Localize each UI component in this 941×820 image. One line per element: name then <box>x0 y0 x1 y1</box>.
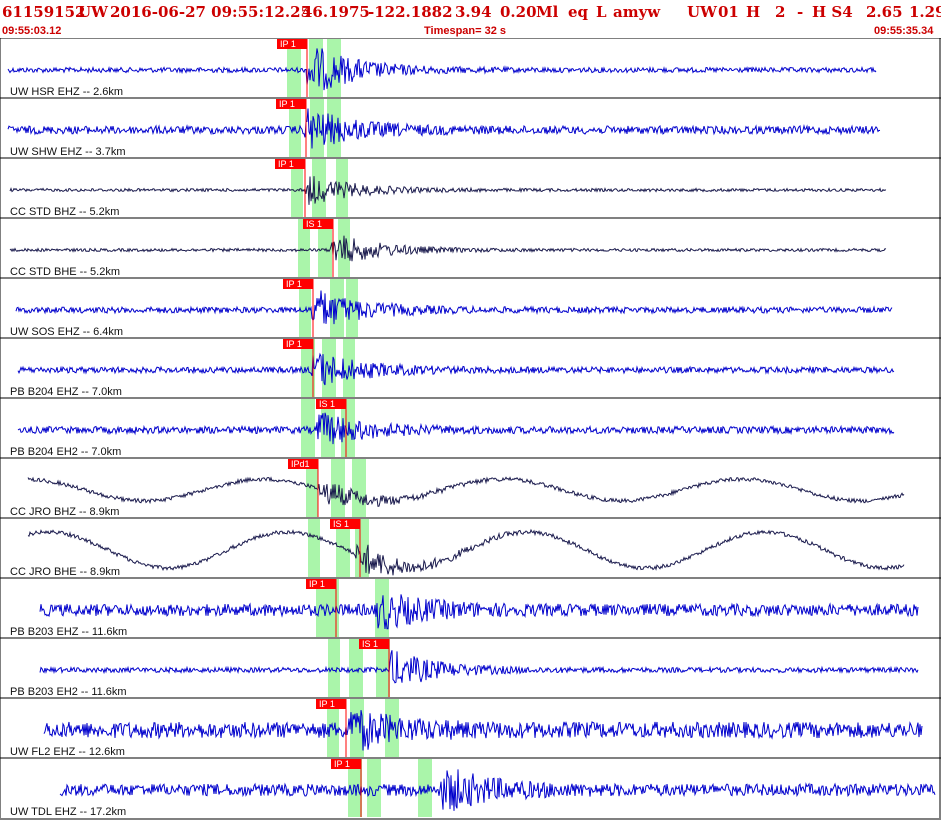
pick-label: IP 1 <box>309 579 325 589</box>
pick-label: IP 1 <box>278 159 294 169</box>
arrival-window <box>385 699 399 757</box>
trace-panel: IPd1 CC JRO BHZ -- 8.9km <box>0 457 941 518</box>
pick-label: IP 1 <box>319 699 335 709</box>
waveform-trace <box>15 290 893 325</box>
pick-label: IP 1 <box>286 339 302 349</box>
station-label: PB B204 EHZ -- 7.0km <box>10 386 122 398</box>
waveform-trace <box>59 769 936 811</box>
trace-panel: IP 1 UW HSR EHZ -- 2.6km <box>0 38 941 98</box>
version: 01 <box>718 3 739 21</box>
analyst: amyw <box>613 3 661 21</box>
station-label: CC JRO BHZ -- 8.9km <box>10 506 119 518</box>
arrival-window <box>308 519 320 577</box>
station-label: PB B203 EH2 -- 11.6km <box>10 686 127 698</box>
timespan-label: Timespan= 32 s <box>424 25 507 37</box>
origin-time: 2016-06-27 09:55:12.25 <box>110 3 311 21</box>
waveform-viewer: 61159152 UW 2016-06-27 09:55:12.25 46.19… <box>0 0 941 820</box>
trace-panel: IP 1 UW FL2 EHZ -- 12.6km <box>0 697 941 758</box>
waveform-trace <box>39 650 919 684</box>
subsource: H S4 <box>812 3 853 21</box>
station-label: UW SOS EHZ -- 6.4km <box>10 326 123 338</box>
trace-panel: IS 1 CC JRO BHE -- 8.9km <box>0 517 941 578</box>
waveform-trace <box>39 594 919 630</box>
station-label: PB B203 EHZ -- 11.6km <box>10 626 127 638</box>
auth: UW <box>687 3 717 21</box>
trace-panel: IS 1 CC STD BHE -- 5.2km <box>0 217 941 278</box>
trace-panel: IS 1 PB B204 EH2 -- 7.0km <box>0 397 941 458</box>
event-depth: 3.94 <box>455 3 492 21</box>
station-label: CC JRO BHE -- 8.9km <box>10 566 120 578</box>
trace-panel: IP 1 UW SOS EHZ -- 6.4km <box>0 277 941 338</box>
station-label: CC STD BHZ -- 5.2km <box>10 206 119 218</box>
event-network: UW <box>78 3 108 21</box>
arrival-window <box>322 339 336 397</box>
event-type: eq <box>568 3 589 21</box>
trace-panel: IP 1 UW SHW EHZ -- 3.7km <box>0 97 941 158</box>
waveform-trace <box>17 412 895 445</box>
rms: 2.65 <box>866 3 903 21</box>
event-lon: -122.1882 <box>368 3 453 21</box>
waveform-trace <box>7 48 877 91</box>
event-mag: 0.20 <box>500 3 537 21</box>
waveform-trace <box>17 352 895 386</box>
end-time: 09:55:35.34 <box>874 25 934 37</box>
pick-label: IP 1 <box>334 759 350 769</box>
trace-panel: IP 1 PB B204 EHZ -- 7.0km <box>0 337 941 398</box>
gtype: L <box>596 3 607 21</box>
waveform-trace <box>43 710 923 751</box>
pick-label: IS 1 <box>306 219 322 229</box>
pick-label: IP 1 <box>286 279 302 289</box>
mag-type: Ml <box>536 3 559 21</box>
seismogram-panel-stack: IP 1 UW HSR EHZ -- 2.6km IP 1 UW SHW EHZ --… <box>0 38 941 820</box>
event-lat: 46.1975 <box>302 3 370 21</box>
erz: 1.29 <box>909 3 941 21</box>
trace-panel: IP 1 CC STD BHZ -- 5.2km <box>0 157 941 218</box>
pick-label: IS 1 <box>362 639 378 649</box>
station-label: UW HSR EHZ -- 2.6km <box>10 86 123 98</box>
waveform-trace <box>27 476 905 507</box>
event-id: 61159152 <box>2 3 86 21</box>
pick-label: IS 1 <box>319 399 335 409</box>
station-label: PB B204 EH2 -- 7.0km <box>10 446 121 458</box>
dash: - <box>797 3 804 21</box>
arrival-window <box>309 39 323 97</box>
waveform-trace <box>27 528 905 576</box>
arrival-window <box>352 459 366 517</box>
waveform-trace <box>7 108 881 149</box>
pick-label: IP 1 <box>280 39 296 49</box>
arrival-window <box>328 639 340 697</box>
station-label: UW SHW EHZ -- 3.7km <box>10 146 126 158</box>
trace-panel: IP 1 PB B203 EHZ -- 11.6km <box>0 577 941 638</box>
count: 2 <box>775 3 786 21</box>
waveform-trace <box>9 235 887 262</box>
station-label: UW TDL EHZ -- 17.2km <box>10 806 126 818</box>
start-time: 09:55:03.12 <box>2 25 62 37</box>
event-summary-header: 61159152 UW 2016-06-27 09:55:12.25 46.19… <box>0 0 941 24</box>
trace-panel: IS 1 PB B203 EH2 -- 11.6km <box>0 637 941 698</box>
station-label: CC STD BHE -- 5.2km <box>10 266 120 278</box>
trace-panel: IP 1 UW TDL EHZ -- 17.2km <box>0 757 941 818</box>
station-label: UW FL2 EHZ -- 12.6km <box>10 746 125 758</box>
waveform-trace <box>9 176 887 205</box>
quality: H <box>746 3 761 21</box>
pick-label: IP 1 <box>279 99 295 109</box>
pick-label: IPd1 <box>291 459 310 469</box>
arrival-window <box>338 219 350 277</box>
pick-label: IS 1 <box>333 519 349 529</box>
